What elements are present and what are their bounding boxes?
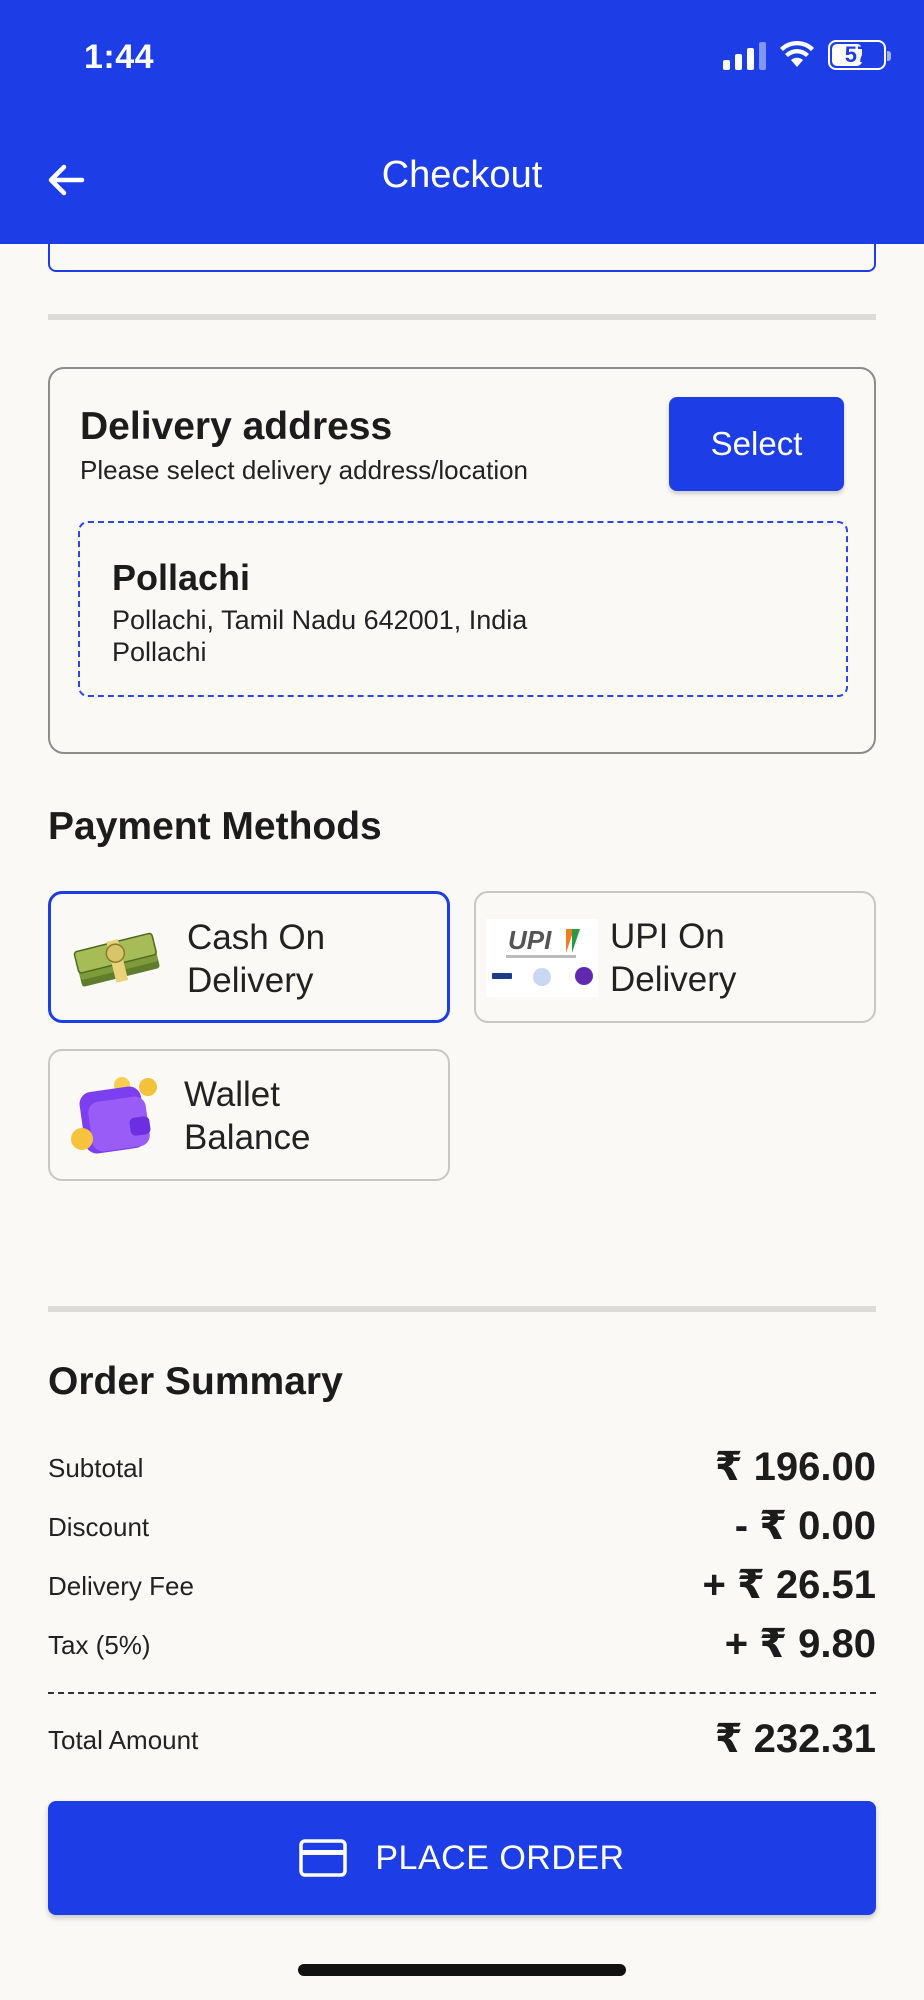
summary-label: Subtotal — [48, 1453, 144, 1483]
signal-icon — [723, 40, 766, 70]
status-time: 1:44 — [84, 38, 155, 76]
summary-row-subtotal: Subtotal ₹ 196.00 — [48, 1440, 876, 1490]
summary-row-discount: Discount - ₹ 0.00 — [48, 1499, 876, 1549]
summary-value: - ₹ 0.00 — [734, 1504, 876, 1548]
payment-upi-on-delivery[interactable]: UPI UPI On Delivery — [474, 891, 876, 1023]
address-name: Pollachi — [112, 557, 251, 598]
section-divider — [48, 1306, 876, 1312]
status-icons: 57 — [723, 40, 891, 70]
section-divider — [48, 314, 876, 320]
delivery-address-subtitle: Please select delivery address/location — [80, 455, 529, 485]
battery-level: 57 — [844, 42, 870, 67]
payment-label-line-1: UPI On — [610, 917, 725, 956]
payment-method-label: Cash On Delivery — [187, 916, 437, 1002]
summary-label: Discount — [48, 1512, 150, 1542]
app-header: 1:44 57 Checkout — [0, 0, 924, 244]
credit-card-icon — [299, 1839, 348, 1877]
select-address-button[interactable]: Select — [669, 397, 844, 491]
payment-label-line-2: Delivery — [610, 960, 737, 999]
summary-label: Tax (5%) — [48, 1630, 151, 1660]
payment-label-line-2: Delivery — [187, 961, 314, 1000]
wallet-icon — [71, 1077, 157, 1154]
payment-label-line-2: Balance — [184, 1118, 311, 1157]
place-order-label: PLACE ORDER — [375, 1838, 625, 1877]
order-summary-title: Order Summary — [48, 1360, 343, 1403]
summary-dashed-divider — [48, 1692, 876, 1694]
summary-label: Delivery Fee — [48, 1571, 194, 1601]
home-indicator[interactable] — [298, 1964, 626, 1976]
summary-row-total: Total Amount ₹ 232.31 — [48, 1712, 876, 1762]
wifi-icon — [780, 41, 814, 67]
battery-icon: 57 — [828, 40, 891, 70]
total-value: ₹ 232.31 — [714, 1717, 876, 1761]
summary-row-delivery-fee: Delivery Fee + ₹ 26.51 — [48, 1558, 876, 1608]
summary-value: + ₹ 9.80 — [724, 1622, 876, 1666]
payment-method-label: UPI On Delivery — [610, 915, 860, 1001]
delivery-address-title: Delivery address — [80, 405, 393, 448]
address-line-1: Pollachi, Tamil Nadu 642001, India — [112, 605, 528, 635]
summary-value: ₹ 196.00 — [714, 1445, 876, 1489]
place-order-button[interactable]: PLACE ORDER — [48, 1801, 876, 1915]
cash-icon — [73, 932, 160, 987]
payment-methods-title: Payment Methods — [48, 805, 382, 848]
selected-address-box[interactable]: Pollachi Pollachi, Tamil Nadu 642001, In… — [78, 521, 848, 697]
payment-method-label: Wallet Balance — [184, 1073, 434, 1159]
previous-section-card — [48, 220, 876, 272]
payment-label-line-1: Cash On — [187, 918, 326, 957]
summary-row-tax: Tax (5%) + ₹ 9.80 — [48, 1617, 876, 1667]
payment-cash-on-delivery[interactable]: Cash On Delivery — [48, 891, 450, 1023]
payment-label-line-1: Wallet — [184, 1075, 280, 1114]
delivery-address-card: Delivery address Please select delivery … — [48, 367, 876, 754]
page-title: Checkout — [381, 154, 543, 196]
address-line-2: Pollachi — [112, 637, 207, 667]
summary-value: + ₹ 26.51 — [702, 1563, 876, 1607]
upi-icon: UPI — [486, 919, 598, 997]
payment-wallet-balance[interactable]: Wallet Balance — [48, 1049, 450, 1181]
total-label: Total Amount — [48, 1725, 199, 1755]
upi-logo-text: UPI — [508, 925, 552, 955]
